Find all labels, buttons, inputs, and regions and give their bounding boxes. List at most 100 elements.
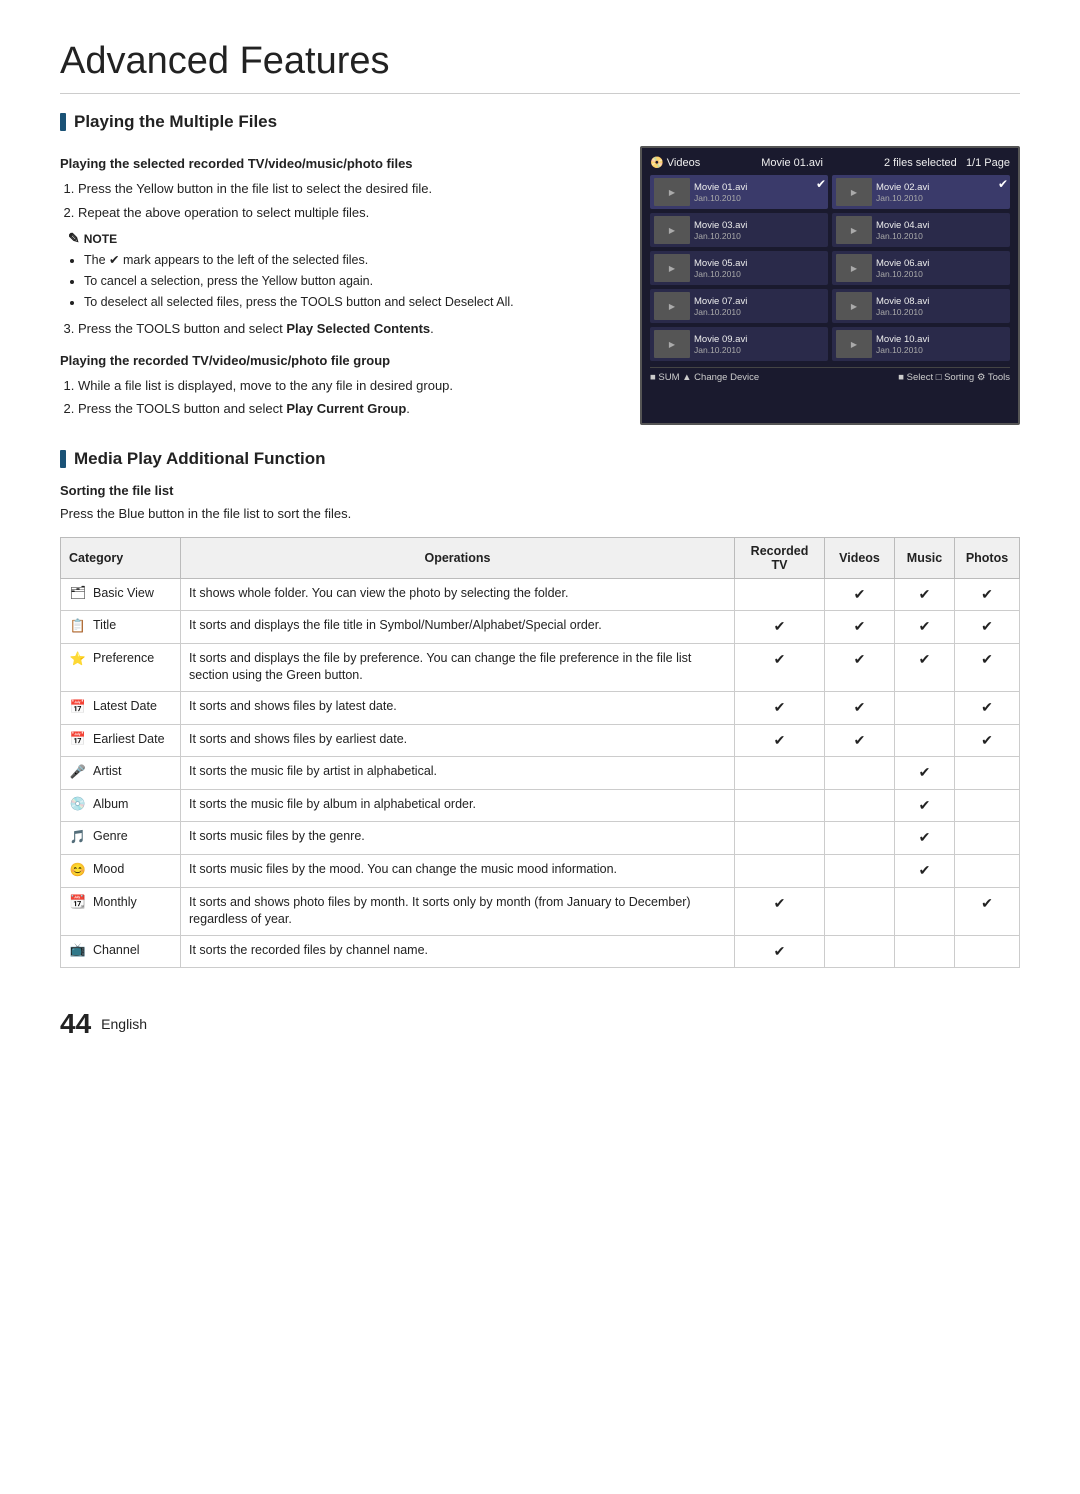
tv-item-info-8: Movie 08.avi Jan.10.2010 bbox=[876, 296, 929, 317]
op-monthly: It sorts and shows photo files by month.… bbox=[181, 887, 735, 935]
section2-title: Media Play Additional Function bbox=[60, 449, 1020, 469]
tv-bottom-bar: ■ SUM ▲ Change Device ■ Select □ Sorting… bbox=[650, 367, 1010, 383]
title-icon: 📋 bbox=[69, 618, 87, 634]
check-genre-recorded bbox=[735, 822, 825, 855]
tv-files-selected: 2 files selected 1/1 Page bbox=[884, 157, 1010, 169]
check-icon-1: ✔ bbox=[816, 177, 826, 191]
check-latest-recorded: ✔ bbox=[735, 691, 825, 724]
check-basic-photos: ✔ bbox=[955, 578, 1020, 611]
tv-item-2: ▶ Movie 02.avi Jan.10.2010 ✔ bbox=[832, 175, 1010, 209]
check-latest-photos: ✔ bbox=[955, 691, 1020, 724]
check-basic-music: ✔ bbox=[895, 578, 955, 611]
tv-item-6: ▶ Movie 06.avi Jan.10.2010 bbox=[832, 251, 1010, 285]
col-recorded-tv: Recorded TV bbox=[735, 537, 825, 578]
monthly-icon: 📆 bbox=[69, 894, 87, 910]
op-mood: It sorts music files by the mood. You ca… bbox=[181, 854, 735, 887]
check-album-photos bbox=[955, 789, 1020, 822]
table-row: 💿Album It sorts the music file by album … bbox=[61, 789, 1020, 822]
step-3: Press the TOOLS button and select Play S… bbox=[78, 319, 610, 339]
channel-icon: 📺 bbox=[69, 942, 87, 958]
check-mood-videos bbox=[825, 854, 895, 887]
section1-title: Playing the Multiple Files bbox=[60, 112, 1020, 132]
tv-item-info-5: Movie 05.avi Jan.10.2010 bbox=[694, 258, 747, 279]
text-content: Playing the selected recorded TV/video/m… bbox=[60, 146, 610, 425]
check-title-photos: ✔ bbox=[955, 611, 1020, 644]
cat-album: 💿Album bbox=[61, 789, 181, 822]
tv-bottom-left: ■ SUM ▲ Change Device bbox=[650, 372, 759, 383]
tv-top-bar: 📀 Videos Movie 01.avi 2 files selected 1… bbox=[650, 156, 1010, 169]
cat-channel: 📺Channel bbox=[61, 935, 181, 968]
tv-thumb-5: ▶ bbox=[654, 254, 690, 282]
latest-date-icon: 📅 bbox=[69, 699, 87, 715]
check-artist-videos bbox=[825, 757, 895, 790]
check-title-videos: ✔ bbox=[825, 611, 895, 644]
subsection2-title: Playing the recorded TV/video/music/phot… bbox=[60, 353, 610, 368]
genre-icon: 🎵 bbox=[69, 829, 87, 845]
check-monthly-videos bbox=[825, 887, 895, 935]
check-earliest-recorded: ✔ bbox=[735, 724, 825, 757]
note-icon: ✎ bbox=[68, 230, 80, 247]
op-artist: It sorts the music file by artist in alp… bbox=[181, 757, 735, 790]
tv-thumb-8: ▶ bbox=[836, 292, 872, 320]
tv-item-info-4: Movie 04.avi Jan.10.2010 bbox=[876, 220, 929, 241]
step-2: Repeat the above operation to select mul… bbox=[78, 203, 610, 223]
col-photos: Photos bbox=[955, 537, 1020, 578]
table-row: ⭐Preference It sorts and displays the fi… bbox=[61, 643, 1020, 691]
check-latest-videos: ✔ bbox=[825, 691, 895, 724]
step-1: Press the Yellow button in the file list… bbox=[78, 179, 610, 199]
op-basic-view: It shows whole folder. You can view the … bbox=[181, 578, 735, 611]
section-media-play: Media Play Additional Function Sorting t… bbox=[60, 449, 1020, 968]
check-monthly-music bbox=[895, 887, 955, 935]
op-earliest-date: It sorts and shows files by earliest dat… bbox=[181, 724, 735, 757]
check-earliest-music bbox=[895, 724, 955, 757]
op-album: It sorts the music file by album in alph… bbox=[181, 789, 735, 822]
check-album-music: ✔ bbox=[895, 789, 955, 822]
op-genre: It sorts music files by the genre. bbox=[181, 822, 735, 855]
check-channel-photos bbox=[955, 935, 1020, 968]
tv-item-5: ▶ Movie 05.avi Jan.10.2010 bbox=[650, 251, 828, 285]
cat-title: 📋Title bbox=[61, 611, 181, 644]
check-title-recorded: ✔ bbox=[735, 611, 825, 644]
table-row: 🗂Basic View It shows whole folder. You c… bbox=[61, 578, 1020, 611]
note-box: ✎ NOTE The ✔ mark appears to the left of… bbox=[60, 230, 610, 311]
tv-category: 📀 Videos bbox=[650, 156, 700, 169]
note-item-3: To deselect all selected files, press th… bbox=[84, 293, 610, 312]
tv-item-3: ▶ Movie 03.avi Jan.10.2010 bbox=[650, 213, 828, 247]
tv-item-info-7: Movie 07.avi Jan.10.2010 bbox=[694, 296, 747, 317]
op-latest-date: It sorts and shows files by latest date. bbox=[181, 691, 735, 724]
col-category: Category bbox=[61, 537, 181, 578]
check-artist-photos bbox=[955, 757, 1020, 790]
earliest-date-icon: 📅 bbox=[69, 731, 87, 747]
check-basic-recorded bbox=[735, 578, 825, 611]
check-channel-music bbox=[895, 935, 955, 968]
tv-thumb-6: ▶ bbox=[836, 254, 872, 282]
subsection1-steps: Press the Yellow button in the file list… bbox=[60, 179, 610, 222]
tv-thumb-2: ▶ bbox=[836, 178, 872, 206]
content-area: Playing the selected recorded TV/video/m… bbox=[60, 146, 1020, 425]
table-row: 📆Monthly It sorts and shows photo files … bbox=[61, 887, 1020, 935]
tv-item-4: ▶ Movie 04.avi Jan.10.2010 bbox=[832, 213, 1010, 247]
tv-item-info-1: Movie 01.avi Jan.10.2010 bbox=[694, 182, 747, 203]
tv-thumb-7: ▶ bbox=[654, 292, 690, 320]
cat-genre: 🎵Genre bbox=[61, 822, 181, 855]
check-album-videos bbox=[825, 789, 895, 822]
tv-thumb-4: ▶ bbox=[836, 216, 872, 244]
table-row: 😊Mood It sorts music files by the mood. … bbox=[61, 854, 1020, 887]
note-list: The ✔ mark appears to the left of the se… bbox=[68, 251, 610, 311]
check-pref-videos: ✔ bbox=[825, 643, 895, 691]
cat-basic-view: 🗂Basic View bbox=[61, 578, 181, 611]
tv-screenshot: 📀 Videos Movie 01.avi 2 files selected 1… bbox=[640, 146, 1020, 425]
subsection1-title: Playing the selected recorded TV/video/m… bbox=[60, 156, 610, 171]
check-pref-photos: ✔ bbox=[955, 643, 1020, 691]
sub2-step-1: While a file list is displayed, move to … bbox=[78, 376, 610, 396]
check-basic-videos: ✔ bbox=[825, 578, 895, 611]
album-icon: 💿 bbox=[69, 796, 87, 812]
step3-list: Press the TOOLS button and select Play S… bbox=[60, 319, 610, 339]
cat-latest-date: 📅Latest Date bbox=[61, 691, 181, 724]
tv-item-9: ▶ Movie 09.avi Jan.10.2010 bbox=[650, 327, 828, 361]
page-label: English bbox=[101, 1016, 147, 1032]
artist-icon: 🎤 bbox=[69, 764, 87, 780]
table-header: Category Operations Recorded TV Videos M… bbox=[61, 537, 1020, 578]
check-genre-music: ✔ bbox=[895, 822, 955, 855]
check-mood-music: ✔ bbox=[895, 854, 955, 887]
